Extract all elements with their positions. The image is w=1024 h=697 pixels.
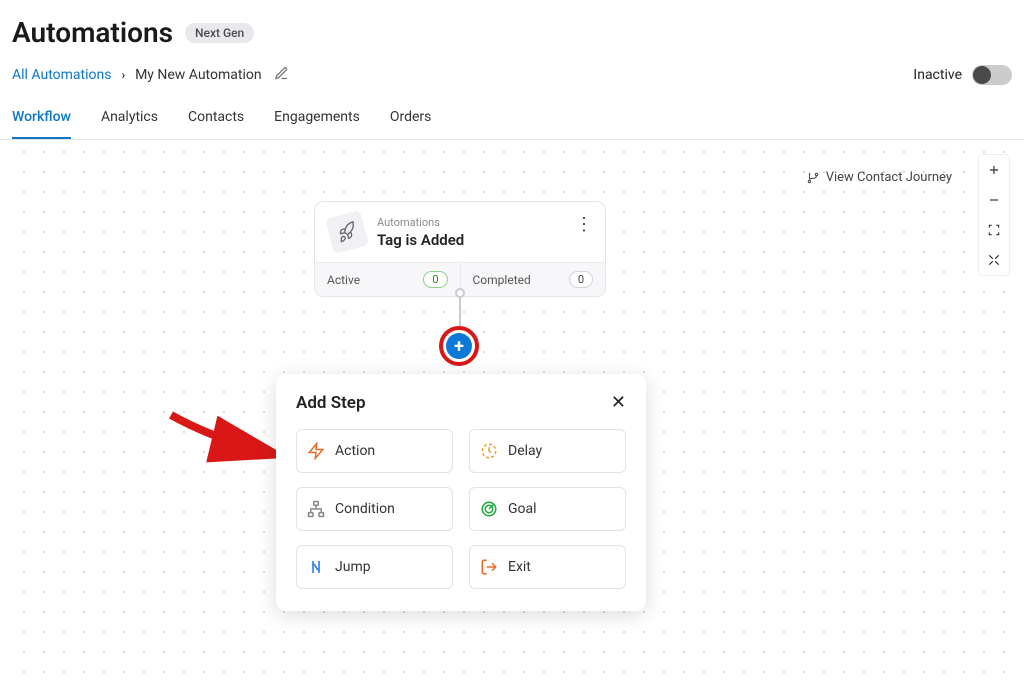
- popup-header: Add Step ✕: [296, 392, 626, 413]
- step-condition-label: Condition: [335, 501, 395, 517]
- kebab-menu-icon[interactable]: ⋮: [575, 214, 593, 235]
- stat-completed-count: 0: [569, 271, 593, 288]
- plus-circle-icon: +: [446, 333, 472, 359]
- workflow-canvas[interactable]: View Contact Journey Automations Tag is …: [12, 140, 1012, 685]
- exit-icon: [480, 558, 498, 576]
- target-icon: [480, 500, 498, 518]
- add-step-popup: Add Step ✕ Action Delay Condition Goal: [276, 374, 646, 611]
- step-condition-button[interactable]: Condition: [296, 487, 453, 531]
- trigger-title: Tag is Added: [377, 231, 591, 249]
- zoom-in-button[interactable]: [979, 155, 1009, 185]
- step-goal-label: Goal: [508, 501, 537, 517]
- tab-analytics[interactable]: Analytics: [101, 99, 158, 139]
- rocket-icon: [325, 210, 369, 254]
- active-toggle[interactable]: [972, 65, 1012, 85]
- breadcrumb: All Automations › My New Automation: [12, 66, 289, 85]
- chevron-right-icon: ›: [121, 68, 125, 82]
- trigger-text: Automations Tag is Added: [377, 216, 591, 249]
- stat-active: Active 0: [315, 263, 461, 296]
- next-gen-badge: Next Gen: [185, 23, 254, 43]
- stat-completed-label: Completed: [473, 273, 531, 287]
- step-exit-button[interactable]: Exit: [469, 545, 626, 589]
- tab-orders[interactable]: Orders: [390, 99, 432, 139]
- canvas-controls: [978, 154, 1010, 276]
- stat-active-label: Active: [327, 273, 360, 287]
- close-icon[interactable]: ✕: [611, 392, 626, 413]
- breadcrumb-current: My New Automation: [135, 67, 262, 83]
- zoom-out-button[interactable]: [979, 185, 1009, 215]
- view-contact-journey-label: View Contact Journey: [826, 170, 952, 185]
- pencil-icon[interactable]: [274, 66, 289, 85]
- status-area: Inactive: [913, 65, 1012, 85]
- trigger-card[interactable]: Automations Tag is Added ⋮ Active 0 Comp…: [314, 201, 606, 297]
- corners-icon: [987, 223, 1001, 237]
- step-delay-label: Delay: [508, 443, 542, 459]
- plus-icon: [987, 163, 1001, 177]
- expand-icon: [987, 253, 1001, 267]
- bolt-icon: [307, 442, 325, 460]
- minus-icon: [987, 193, 1001, 207]
- branch-icon: [806, 171, 820, 185]
- fullscreen-button[interactable]: [979, 245, 1009, 275]
- step-grid: Action Delay Condition Goal Jump Exit: [296, 429, 626, 589]
- breadcrumb-row: All Automations › My New Automation Inac…: [0, 57, 1024, 99]
- trigger-card-header: Automations Tag is Added ⋮: [315, 202, 605, 262]
- page-header: Automations Next Gen: [0, 0, 1024, 57]
- step-jump-label: Jump: [335, 559, 371, 575]
- popup-title: Add Step: [296, 393, 366, 413]
- sitemap-icon: [307, 500, 325, 518]
- tab-contacts[interactable]: Contacts: [188, 99, 244, 139]
- tab-engagements[interactable]: Engagements: [274, 99, 360, 139]
- tabs: Workflow Analytics Contacts Engagements …: [0, 99, 1024, 140]
- step-jump-button[interactable]: Jump: [296, 545, 453, 589]
- breadcrumb-root-link[interactable]: All Automations: [12, 67, 111, 83]
- tab-workflow[interactable]: Workflow: [12, 99, 71, 139]
- fit-view-button[interactable]: [979, 215, 1009, 245]
- step-action-button[interactable]: Action: [296, 429, 453, 473]
- step-action-label: Action: [335, 443, 375, 459]
- status-label: Inactive: [913, 67, 962, 83]
- connector-dot: [455, 288, 465, 298]
- add-step-button[interactable]: +: [439, 326, 479, 366]
- step-delay-button[interactable]: Delay: [469, 429, 626, 473]
- step-exit-label: Exit: [508, 559, 531, 575]
- step-goal-button[interactable]: Goal: [469, 487, 626, 531]
- view-contact-journey-button[interactable]: View Contact Journey: [806, 170, 952, 185]
- stat-completed: Completed 0: [461, 263, 606, 296]
- jump-icon: [307, 558, 325, 576]
- toggle-handle: [973, 66, 991, 84]
- clock-icon: [480, 442, 498, 460]
- stat-active-count: 0: [423, 271, 447, 288]
- page-title: Automations: [12, 16, 173, 49]
- trigger-overline: Automations: [377, 216, 591, 229]
